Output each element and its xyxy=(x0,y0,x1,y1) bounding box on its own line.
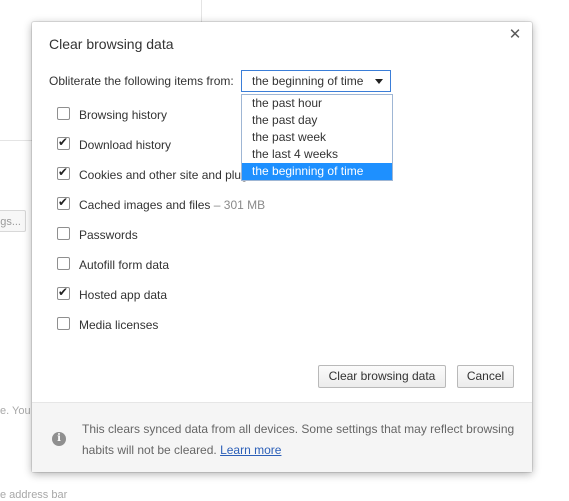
checkbox-label: Hosted app data xyxy=(79,288,168,302)
obliterate-label: Obliterate the following items from: xyxy=(49,74,234,88)
clear-browsing-data-button[interactable]: Clear browsing data xyxy=(318,365,446,388)
hosted-app-data-checkbox[interactable]: ✔ xyxy=(57,285,70,300)
caret-down-icon xyxy=(375,79,383,84)
checkmark-icon: ✔ xyxy=(58,285,69,299)
time-range-option[interactable]: the past week xyxy=(242,129,392,146)
checkmark-icon: ✔ xyxy=(58,195,69,209)
checkbox-label: Cached images and files – 301 MB xyxy=(79,196,265,214)
clear-browsing-data-dialog: Clear browsing data ✕ Obliterate the fol… xyxy=(32,22,532,472)
cached-images-checkbox[interactable]: ✔ xyxy=(57,195,70,210)
checkmark-icon: ✔ xyxy=(58,165,69,179)
close-icon[interactable]: ✕ xyxy=(507,27,523,43)
dialog-title: Clear browsing data xyxy=(49,36,174,52)
time-range-option[interactable]: the last 4 weeks xyxy=(242,146,392,163)
background-divider xyxy=(201,0,202,22)
checkbox-label: Autofill form data xyxy=(79,258,170,272)
background-text: e. You xyxy=(0,405,31,417)
time-range-option[interactable]: the beginning of time xyxy=(242,163,392,180)
autofill-checkbox[interactable] xyxy=(57,257,70,270)
background-divider xyxy=(0,140,34,141)
background-text: e address bar xyxy=(0,489,68,501)
checkbox-label: Passwords xyxy=(79,228,138,242)
cache-size-note: – 301 MB xyxy=(210,198,266,212)
checkbox-label: Media licenses xyxy=(79,318,159,332)
footer-notice: This clears synced data from all devices… xyxy=(82,419,522,461)
checkbox-label: Browsing history xyxy=(79,108,168,122)
time-range-select[interactable]: the beginning of time xyxy=(241,70,391,92)
media-licenses-checkbox[interactable] xyxy=(57,317,70,330)
passwords-checkbox[interactable] xyxy=(57,227,70,240)
checkmark-icon: ✔ xyxy=(58,135,69,149)
info-icon: i xyxy=(52,432,66,446)
learn-more-link[interactable]: Learn more xyxy=(220,443,281,457)
checkbox-label: Download history xyxy=(79,138,172,152)
download-history-checkbox[interactable]: ✔ xyxy=(57,135,70,150)
time-range-option[interactable]: the past day xyxy=(242,112,392,129)
cached-images-label: Cached images and files xyxy=(79,198,211,212)
cookies-checkbox[interactable]: ✔ xyxy=(57,165,70,180)
time-range-dropdown: the past hour the past day the past week… xyxy=(241,94,393,181)
dialog-footer: i This clears synced data from all devic… xyxy=(32,402,532,472)
background-button: gs... xyxy=(0,210,26,232)
time-range-option[interactable]: the past hour xyxy=(242,95,392,112)
cancel-button[interactable]: Cancel xyxy=(457,365,514,388)
footer-notice-text: This clears synced data from all devices… xyxy=(82,422,515,457)
browsing-history-checkbox[interactable] xyxy=(57,107,70,120)
time-range-selected-value: the beginning of time xyxy=(252,74,364,88)
